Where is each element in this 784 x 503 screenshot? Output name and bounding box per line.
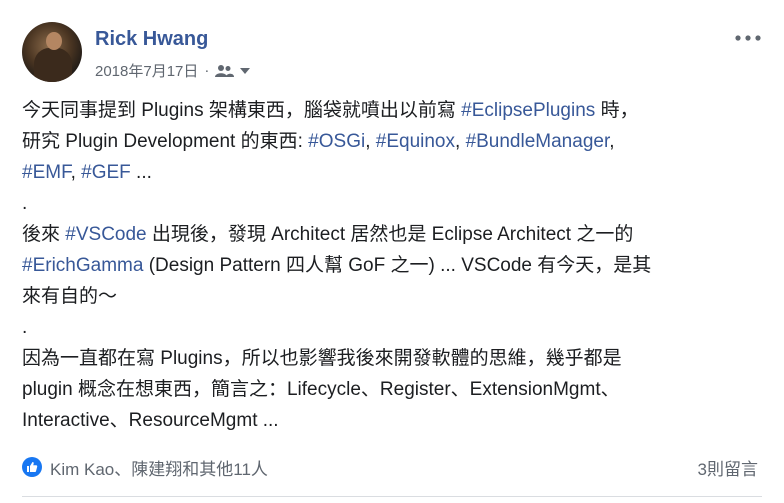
avatar[interactable]: [22, 22, 82, 82]
content-line: plugin 概念在想東西，簡言之：Lifecycle、Register、Ext…: [22, 379, 620, 400]
hashtag-link[interactable]: #VSCode: [65, 224, 146, 245]
comments-count[interactable]: 3則留言: [698, 455, 758, 480]
like-icon: [22, 457, 42, 477]
content-line: .: [22, 317, 28, 338]
post-header: Rick Hwang 2018年7月17日 ·: [22, 22, 762, 84]
content-line: 研究 Plugin Development 的東西: #OSGi, #Equin…: [22, 131, 615, 152]
post-content: 今天同事提到 Plugins 架構東西，腦袋就噴出以前寫 #EclipsePlu…: [22, 95, 752, 436]
hashtag-link[interactable]: #BundleManager: [466, 131, 610, 152]
content-line: #EMF, #GEF ...: [22, 162, 152, 183]
more-icon: [735, 35, 761, 41]
content-line: 後來 #VSCode 出現後，發現 Architect 居然也是 Eclipse…: [22, 224, 634, 245]
content-line: #ErichGamma (Design Pattern 四人幫 GoF 之一) …: [22, 255, 652, 276]
content-line: 來有自的～: [22, 286, 118, 307]
meta-separator: ·: [204, 62, 210, 79]
content-line: 今天同事提到 Plugins 架構東西，腦袋就噴出以前寫 #EclipsePlu…: [22, 100, 639, 121]
content-line: .: [22, 193, 28, 214]
more-options-button[interactable]: [734, 28, 762, 48]
post-card: Rick Hwang 2018年7月17日 · 今天同事提到 Plugins 架…: [0, 0, 784, 503]
hashtag-link[interactable]: #OSGi: [308, 131, 365, 152]
content-line: Interactive、ResourceMgmt ...: [22, 410, 279, 431]
friends-icon[interactable]: [215, 64, 235, 78]
author-name[interactable]: Rick Hwang: [95, 28, 208, 51]
chevron-down-icon[interactable]: [239, 66, 251, 76]
reactions-text[interactable]: Kim Kao、陳建翔和其他11人: [50, 455, 268, 480]
post-meta: 2018年7月17日 ·: [95, 60, 251, 81]
hashtag-link[interactable]: #GEF: [81, 162, 131, 183]
content-line: 因為一直都在寫 Plugins，所以也影響我後來開發軟體的思維，幾乎都是: [22, 348, 622, 369]
reactions-summary[interactable]: Kim Kao、陳建翔和其他11人: [22, 455, 268, 480]
hashtag-link[interactable]: #ErichGamma: [22, 255, 143, 276]
hashtag-link[interactable]: #EMF: [22, 162, 71, 183]
hashtag-link[interactable]: #EclipsePlugins: [461, 100, 595, 121]
post-footer: Kim Kao、陳建翔和其他11人 3則留言: [22, 452, 758, 482]
hashtag-link[interactable]: #Equinox: [376, 131, 455, 152]
post-date[interactable]: 2018年7月17日: [95, 60, 198, 81]
divider: [22, 496, 762, 497]
